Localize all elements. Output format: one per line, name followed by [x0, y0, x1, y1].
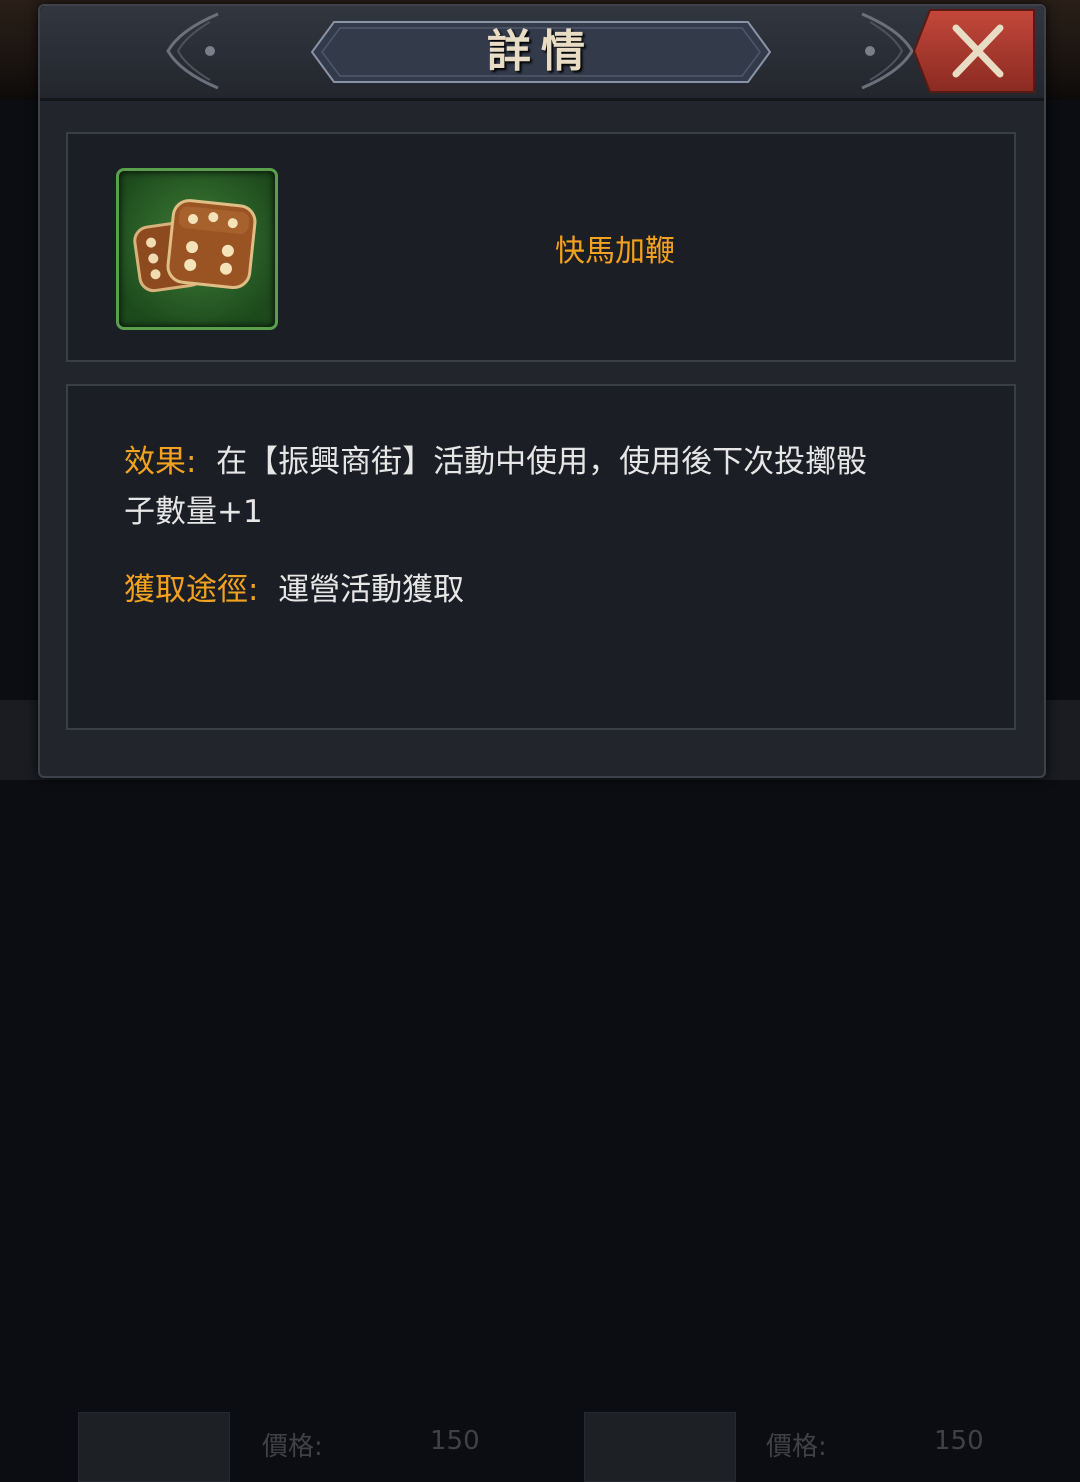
effect-line: 效果: 在【振興商街】活動中使用，使用後下次投擲骰: [124, 438, 867, 486]
source-label: 獲取途徑:: [124, 572, 259, 608]
source-text: 運營活動獲取: [278, 572, 465, 608]
source-line: 獲取途徑: 運營活動獲取: [124, 566, 464, 614]
background-price-label: 價格:: [262, 1432, 323, 1462]
effect-text: 在【振興商街】活動中使用，使用後下次投擲骰: [216, 444, 868, 480]
background-shop-item: [584, 1412, 736, 1482]
dialog-title: 詳情: [487, 26, 595, 77]
dice-icon: [133, 199, 257, 293]
ornament-left-icon: [166, 12, 219, 90]
item-name: 快馬加鞭: [555, 234, 675, 269]
background-price-value: 150: [430, 1426, 480, 1456]
effect-text-continued: 子數量+1: [124, 494, 263, 530]
dialog-header: 詳情: [40, 6, 1044, 101]
close-button[interactable]: [900, 8, 1036, 94]
item-detail-dialog: 詳情 快馬加鞭 效果: 在【振興商街】活動中使用，使用後下次投擲骰 子數量+1 …: [38, 4, 1046, 778]
background-shop-item: [78, 1412, 230, 1482]
background-price-label: 價格:: [766, 1432, 827, 1462]
item-description-panel: 效果: 在【振興商街】活動中使用，使用後下次投擲骰 子數量+1 獲取途徑: 運營…: [66, 384, 1016, 730]
effect-line-continued: 子數量+1: [124, 488, 263, 536]
item-icon-frame: [116, 168, 278, 330]
item-info-panel: 快馬加鞭: [66, 132, 1016, 362]
effect-label: 效果:: [124, 444, 197, 480]
background-price-value: 150: [934, 1426, 984, 1456]
